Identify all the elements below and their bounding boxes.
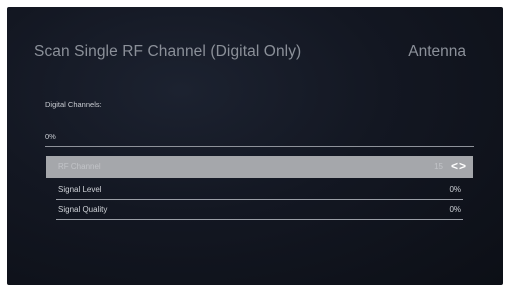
signal-level-label: Signal Level [58,185,102,194]
signal-quality-label: Signal Quality [58,205,108,214]
signal-level-value: 0% [449,185,461,194]
rf-channel-row[interactable]: RF Channel 15 <> [46,156,473,178]
page-title: Scan Single RF Channel (Digital Only) [34,43,302,60]
digital-channels-label: Digital Channels: [45,100,102,109]
tv-screen: Scan Single RF Channel (Digital Only) An… [7,7,503,285]
input-source-label: Antenna [408,43,466,60]
rf-channel-label: RF Channel [58,162,101,171]
row-divider [56,219,463,220]
left-right-arrows-icon[interactable]: <> [451,159,467,173]
settings-list: RF Channel 15 <> Signal Level 0% Signal … [46,156,473,220]
scan-progress-text: 0% [45,132,56,141]
photo-frame: Scan Single RF Channel (Digital Only) An… [0,0,508,289]
signal-quality-row: Signal Quality 0% [46,200,473,220]
signal-quality-value: 0% [449,205,461,214]
rf-channel-value: 15 [434,162,443,171]
signal-level-row: Signal Level 0% [46,180,473,200]
scan-progress-bar [45,146,474,147]
